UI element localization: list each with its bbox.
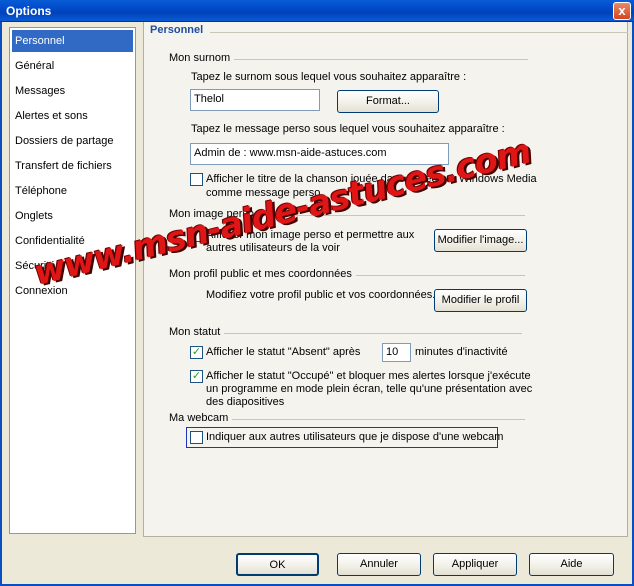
sidebar-item-dossiers[interactable]: Dossiers de partage xyxy=(12,130,133,152)
absent-checkbox-label: Afficher le statut "Absent" après xyxy=(206,346,361,358)
group-label-profil: Mon profil public et mes coordonnées xyxy=(169,268,356,280)
format-button[interactable]: Format... xyxy=(337,90,439,113)
absent-checkbox[interactable]: ✓ xyxy=(190,346,203,359)
sidebar-item-messages[interactable]: Messages xyxy=(12,80,133,102)
message-prompt: Tapez le message perso sous lequel vous … xyxy=(191,123,505,135)
occupe-checkbox-label-2: un programme en mode plein écran, telle … xyxy=(206,383,533,395)
surnom-input[interactable]: Thelol xyxy=(190,89,320,111)
modify-profile-button[interactable]: Modifier le profil xyxy=(434,289,527,312)
sidebar-item-personnel[interactable]: Personnel xyxy=(12,30,133,52)
close-icon[interactable]: x xyxy=(613,2,631,20)
title-bar[interactable]: Options x xyxy=(0,0,634,22)
apply-button[interactable]: Appliquer xyxy=(433,553,517,576)
ok-button[interactable]: OK xyxy=(236,553,319,576)
panel-title-divider xyxy=(210,32,628,33)
surnom-prompt: Tapez le surnom sous lequel vous souhait… xyxy=(191,71,467,83)
webcam-checkbox-label: Indiquer aux autres utilisateurs que je … xyxy=(206,431,504,443)
cancel-button[interactable]: Annuler xyxy=(337,553,421,576)
sidebar-item-general[interactable]: Général xyxy=(12,55,133,77)
minutes-suffix: minutes d'inactivité xyxy=(415,346,508,358)
occupe-checkbox-label: Afficher le statut "Occupé" et bloquer m… xyxy=(206,370,531,382)
occupe-checkbox-label-3: des diapositives xyxy=(206,396,285,408)
sidebar-item-alertes[interactable]: Alertes et sons xyxy=(12,105,133,127)
minutes-input[interactable]: 10 xyxy=(382,343,411,362)
occupe-checkbox[interactable]: ✓ xyxy=(190,370,203,383)
webcam-checkbox[interactable] xyxy=(190,431,203,444)
help-button[interactable]: Aide xyxy=(529,553,614,576)
sidebar-item-telephone[interactable]: Téléphone xyxy=(12,180,133,202)
panel-title: Personnel xyxy=(150,24,204,36)
group-label-webcam: Ma webcam xyxy=(169,412,233,424)
group-label-statut: Mon statut xyxy=(169,326,225,338)
group-label-surnom: Mon surnom xyxy=(169,52,235,64)
window-title: Options xyxy=(6,4,52,18)
modify-image-button[interactable]: Modifier l'image... xyxy=(434,229,527,252)
sidebar-item-onglets[interactable]: Onglets xyxy=(12,205,133,227)
sidebar-item-transfert[interactable]: Transfert de fichiers xyxy=(12,155,133,177)
profil-description: Modifiez votre profil public et vos coor… xyxy=(206,289,436,301)
song-checkbox[interactable] xyxy=(190,173,203,186)
